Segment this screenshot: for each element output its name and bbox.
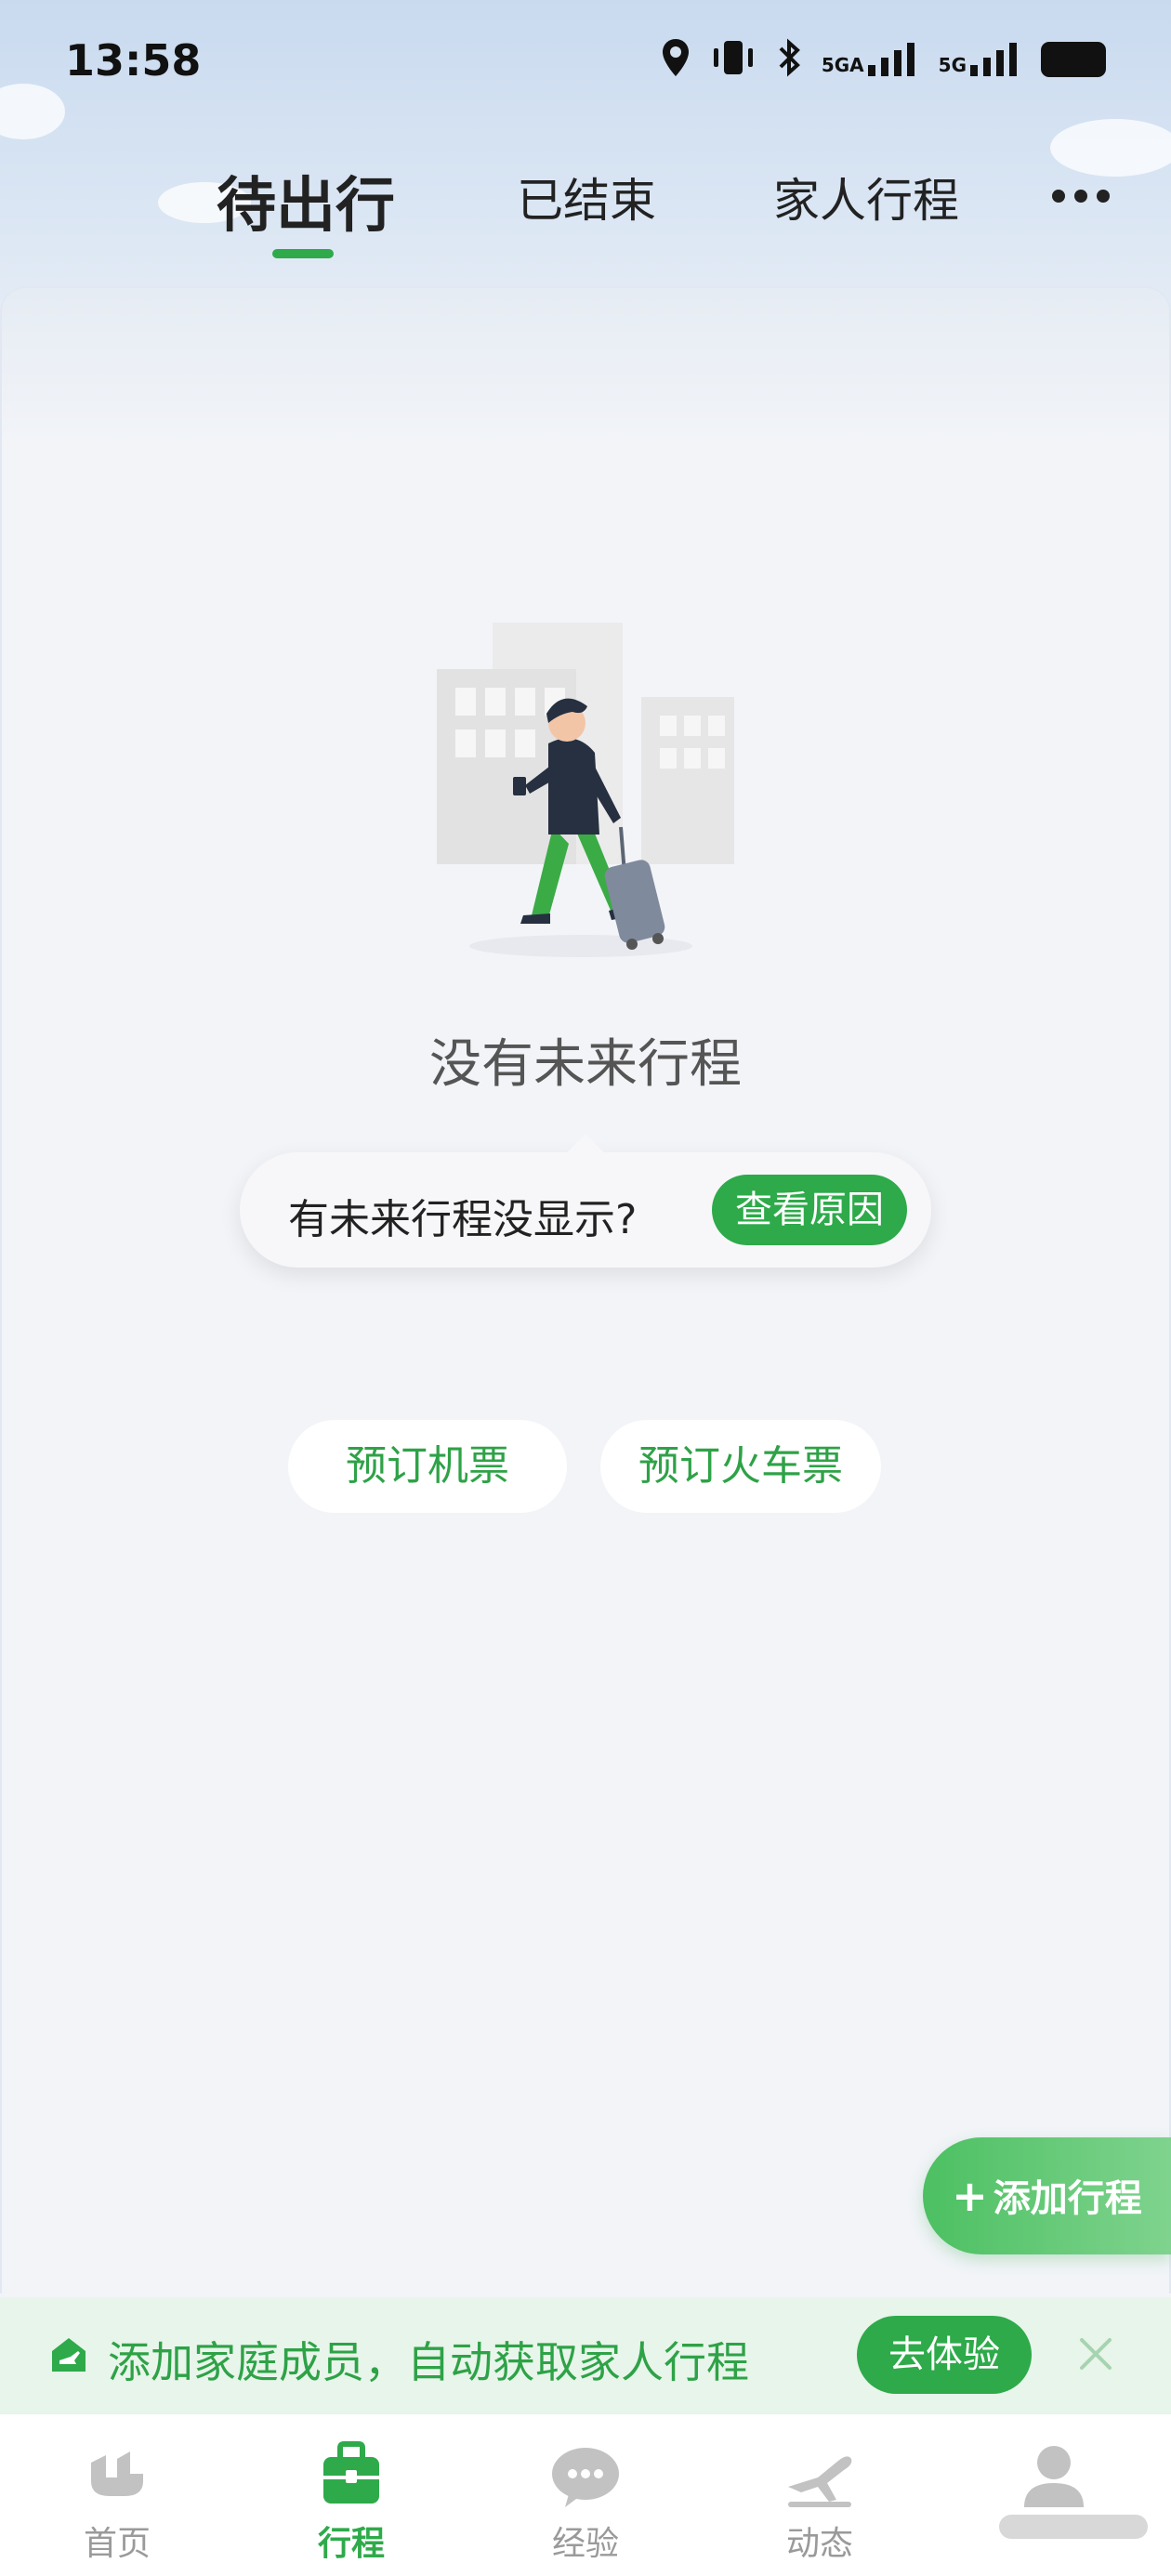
- book-flight-button[interactable]: 预订机票: [288, 1420, 567, 1513]
- family-member-banner: 添加家庭成员，自动获取家人行程 去体验: [0, 2297, 1171, 2414]
- home-indicator[interactable]: [999, 2515, 1148, 2539]
- tab-upcoming[interactable]: 待出行: [217, 158, 395, 243]
- tab-family-trips[interactable]: 家人行程: [773, 164, 959, 230]
- book-train-button[interactable]: 预订火车票: [600, 1420, 881, 1513]
- status-bar: 13:58 5GA 5G: [0, 0, 1171, 130]
- bottom-navigation: 首页 行程 经验 动态 我的: [0, 2414, 1171, 2576]
- traveler-illustration: [409, 623, 762, 966]
- home-plane-icon: [52, 2338, 86, 2372]
- view-reason-button[interactable]: 查看原因: [712, 1175, 907, 1245]
- more-icon[interactable]: [1052, 190, 1110, 203]
- nav-updates[interactable]: 动态: [703, 2414, 937, 2576]
- reason-prompt: 有未来行程没显示?: [288, 1196, 638, 1243]
- nav-experience[interactable]: 经验: [468, 2414, 703, 2576]
- family-banner-text: 添加家庭成员，自动获取家人行程: [108, 2337, 749, 2387]
- plane-icon: [788, 2456, 852, 2507]
- empty-state-title: 没有未来行程: [429, 1034, 742, 1095]
- vibrate-icon: [710, 37, 757, 82]
- nav-profile[interactable]: 我的: [937, 2414, 1171, 2576]
- status-icons: 5GA 5G: [660, 37, 1106, 82]
- try-now-button[interactable]: 去体验: [857, 2316, 1032, 2394]
- close-icon[interactable]: [1071, 2329, 1121, 2379]
- bluetooth-icon: [775, 37, 803, 82]
- nav-experience-label: 经验: [551, 2525, 619, 2563]
- user-icon: [1024, 2446, 1084, 2507]
- nav-home-label: 首页: [83, 2525, 151, 2563]
- trip-panel: [0, 286, 1171, 2293]
- nav-trips[interactable]: 行程: [234, 2414, 468, 2576]
- location-icon: [660, 37, 691, 82]
- tab-finished[interactable]: 已结束: [517, 164, 656, 230]
- tab-active-indicator: [272, 249, 334, 258]
- suitcase-icon: [323, 2441, 379, 2504]
- signal-5g-icon: 5G: [939, 43, 1022, 76]
- chat-bubble-icon: [552, 2448, 619, 2507]
- battery-icon: [1041, 42, 1106, 77]
- signal-5ga-icon: 5GA: [822, 43, 920, 76]
- nav-trips-label: 行程: [317, 2525, 385, 2563]
- status-time: 13:58: [65, 35, 202, 85]
- add-trip-label: 添加行程: [993, 2177, 1142, 2220]
- home-icon: [91, 2451, 143, 2496]
- plus-icon: +: [952, 2171, 988, 2221]
- missing-trip-reason-card: 有未来行程没显示? 查看原因: [240, 1134, 931, 1268]
- add-trip-button[interactable]: + 添加行程: [923, 2137, 1171, 2254]
- nav-updates-label: 动态: [785, 2525, 853, 2563]
- nav-home[interactable]: 首页: [0, 2414, 234, 2576]
- trip-tabs: 待出行 已结束 家人行程: [0, 149, 1171, 269]
